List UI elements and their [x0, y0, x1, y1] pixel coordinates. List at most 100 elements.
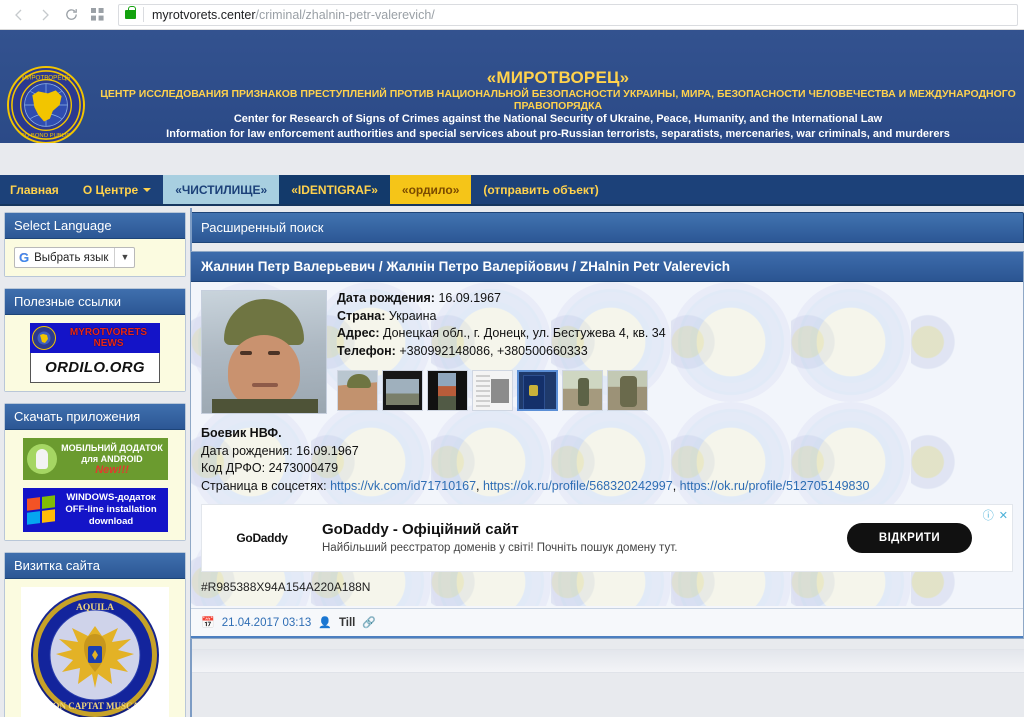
- site-header: МИРОТВОРЕЦЬ PRO BONO PUBLICO «МИРОТВОРЕЦ…: [0, 30, 1024, 143]
- below-content-strip: [190, 649, 1024, 673]
- record-top-section: Дата рождения: 16.09.1967 Страна: Украин…: [201, 290, 1013, 414]
- ad-cta-button[interactable]: ВІДКРИТИ: [846, 523, 972, 553]
- chevron-down-icon: [143, 187, 152, 192]
- sidebar-panel-site-card: Визитка сайта AQUILA NON CAPTAT MUSCAS: [4, 552, 186, 717]
- field-value: 16.09.1967: [438, 291, 501, 305]
- close-icon[interactable]: ✕: [999, 509, 1008, 522]
- thumbnail-item[interactable]: [382, 370, 423, 411]
- nav-item-label: «IDENTIGRAF»: [291, 182, 378, 197]
- svg-text:AQUILA: AQUILA: [76, 603, 114, 613]
- field-value: Украина: [388, 308, 437, 323]
- thumbnail-item[interactable]: [562, 370, 603, 411]
- site-subtitle-en-1: Center for Research of Signs of Crimes a…: [233, 113, 883, 125]
- panel-title: Полезные ссылки: [5, 289, 185, 315]
- myrotvorets-small-logo-icon: [32, 326, 56, 350]
- url-divider: [143, 7, 144, 22]
- windows-banner-text: WINDOWS-додаток OFF-line installation do…: [59, 492, 164, 528]
- field-value: +380992148086, +380500660333: [399, 343, 588, 358]
- forward-button[interactable]: [32, 2, 58, 28]
- calendar-icon: 📅: [201, 617, 215, 629]
- record-hash-id: #R985388X94A154A220A188N: [201, 580, 371, 594]
- google-icon: G: [19, 250, 30, 265]
- header-titles: «МИРОТВОРЕЦ» ЦЕНТР ИССЛЕДОВАНИЯ ПРИЗНАКО…: [92, 68, 1024, 142]
- banner-windows-app[interactable]: WINDOWS-додаток OFF-line installation do…: [22, 488, 168, 532]
- thumbnail-item-selected[interactable]: [517, 370, 558, 411]
- info-icon[interactable]: ⓘ: [983, 507, 994, 523]
- lock-icon: [125, 6, 136, 19]
- panel-body: МОБІЛЬНИЙ ДОДАТОК для ANDROID New!!! WIN…: [5, 430, 185, 540]
- address-bar[interactable]: myrotvorets.center/criminal/zhalnin-petr…: [118, 3, 1018, 26]
- content-area: Select Language G Выбрать язык ▼ Полезны…: [0, 208, 1024, 717]
- nav-item-about[interactable]: О Центре: [71, 175, 163, 204]
- ad-brand-logo: GoDaddy: [202, 529, 322, 547]
- aquila-emblem-wrap: AQUILA NON CAPTAT MUSCAS: [21, 587, 169, 717]
- banner-ordilo[interactable]: ORDILO.ORG: [30, 353, 160, 383]
- record-body: Дата рождения: 16.09.1967 Страна: Украин…: [191, 282, 1023, 606]
- nav-item-chistilishche[interactable]: «ЧИСТИЛИЩЕ»: [163, 175, 280, 204]
- field-label: Дата рождения:: [337, 291, 435, 305]
- windows-line-2: OFF-line installation: [65, 504, 157, 515]
- svg-text:МИРОТВОРЕЦЬ: МИРОТВОРЕЦЬ: [22, 75, 71, 82]
- nav-item-ordilo[interactable]: «ордило»: [389, 175, 472, 204]
- description-label: Дата рождения:: [201, 443, 293, 458]
- site-subtitle-ru-1: ЦЕНТР ИССЛЕДОВАНИЯ ПРИЗНАКОВ ПРЕСТУПЛЕНИ…: [100, 88, 1016, 100]
- banner-android-app[interactable]: МОБІЛЬНИЙ ДОДАТОК для ANDROID New!!!: [22, 438, 168, 480]
- site-subtitle-en-2: Information for law enforcement authorit…: [166, 128, 950, 140]
- banner-news-line2: NEWS: [93, 338, 124, 349]
- advanced-search-bar[interactable]: Расширенный поиск: [190, 212, 1024, 243]
- description-social-row: Страница в соцсетях: https://vk.com/id71…: [201, 478, 1013, 496]
- android-line-1: МОБІЛЬНИЙ ДОДАТОК: [61, 442, 163, 453]
- svg-text:PRO BONO PUBLICO: PRO BONO PUBLICO: [17, 133, 76, 139]
- thumbnail-item[interactable]: [607, 370, 648, 411]
- windows-line-1: WINDOWS-додаток: [66, 492, 156, 503]
- social-link-vk[interactable]: https://vk.com/id71710167: [330, 479, 476, 493]
- subject-photo[interactable]: [201, 290, 327, 414]
- windows-line-3: download: [88, 516, 134, 527]
- sidebar: Select Language G Выбрать язык ▼ Полезны…: [0, 208, 190, 717]
- sidebar-panel-download-apps: Скачать приложения МОБІЛЬНИЙ ДОДАТОК для…: [4, 403, 186, 541]
- godaddy-logo-icon: GoDaddy: [236, 531, 288, 545]
- windows-logo-icon: [26, 495, 55, 525]
- record-author: Till: [338, 616, 356, 629]
- panel-body: MYROTVORETS NEWS ORDILO.ORG: [5, 315, 185, 391]
- thumbnail-item[interactable]: [337, 370, 378, 411]
- nav-item-submit-object[interactable]: (отправить объект): [471, 175, 610, 204]
- thumbnail-item[interactable]: [427, 370, 468, 411]
- social-label: Страница в соцсетях:: [201, 478, 327, 493]
- field-address: Адрес: Донецкая обл., г. Донецк, ул. Бес…: [337, 325, 1013, 343]
- panel-title: Визитка сайта: [5, 553, 185, 579]
- social-link-ok-2[interactable]: https://ok.ru/profile/512705149830: [680, 479, 870, 493]
- record-date: 21.04.2017 03:13: [221, 616, 312, 629]
- record-title: Жалнин Петр Валерьевич / Жалнін Петро Ва…: [191, 252, 1023, 282]
- back-button[interactable]: [6, 2, 32, 28]
- nav-item-label: Главная: [10, 182, 59, 197]
- android-line-2: для ANDROID: [81, 453, 143, 464]
- thumbnail-item[interactable]: [472, 370, 513, 411]
- site-subtitle-ru-2: ПРАВОПОРЯДКА: [513, 100, 603, 112]
- record-article: Жалнин Петр Валерьевич / Жалнін Петро Ва…: [190, 251, 1024, 639]
- nav-item-home[interactable]: Главная: [0, 175, 71, 204]
- description-value: 16.09.1967: [296, 443, 359, 458]
- ad-controls: ⓘ ✕: [983, 507, 1008, 523]
- myrotvorets-logo-icon[interactable]: МИРОТВОРЕЦЬ PRO BONO PUBLICO: [7, 66, 85, 143]
- language-select[interactable]: G Выбрать язык ▼: [14, 247, 136, 268]
- url-path: /criminal/zhalnin-petr-valerevich/: [255, 7, 435, 22]
- nav-item-identigraf[interactable]: «IDENTIGRAF»: [279, 175, 390, 204]
- description-drfo-code: Код ДРФО: 2473000479: [201, 460, 1013, 478]
- panel-body: AQUILA NON CAPTAT MUSCAS: [5, 579, 185, 717]
- social-link-ok-1[interactable]: https://ok.ru/profile/568320242997: [483, 479, 673, 493]
- description-birth-date: Дата рождения: 16.09.1967: [201, 443, 1013, 461]
- field-country: Страна: Украина: [337, 308, 1013, 326]
- reload-button[interactable]: [58, 2, 84, 28]
- banner-myrotvorets-news[interactable]: MYROTVORETS NEWS: [30, 323, 160, 353]
- comma-1: ,: [476, 478, 483, 493]
- link-icon[interactable]: 🔗: [362, 616, 376, 629]
- apps-grid-icon[interactable]: [84, 2, 110, 28]
- field-label: Адрес:: [337, 326, 380, 340]
- photo-thumbnail-strip: [337, 370, 1013, 411]
- browser-toolbar: myrotvorets.center/criminal/zhalnin-petr…: [0, 0, 1024, 30]
- svg-text:NON CAPTAT MUSCAS: NON CAPTAT MUSCAS: [46, 701, 144, 711]
- advertisement-banner[interactable]: ⓘ ✕ GoDaddy GoDaddy - Офіційний сайт Най…: [201, 504, 1013, 572]
- android-line-3: New!!!: [95, 463, 129, 476]
- description-label: Код ДРФО:: [201, 461, 266, 475]
